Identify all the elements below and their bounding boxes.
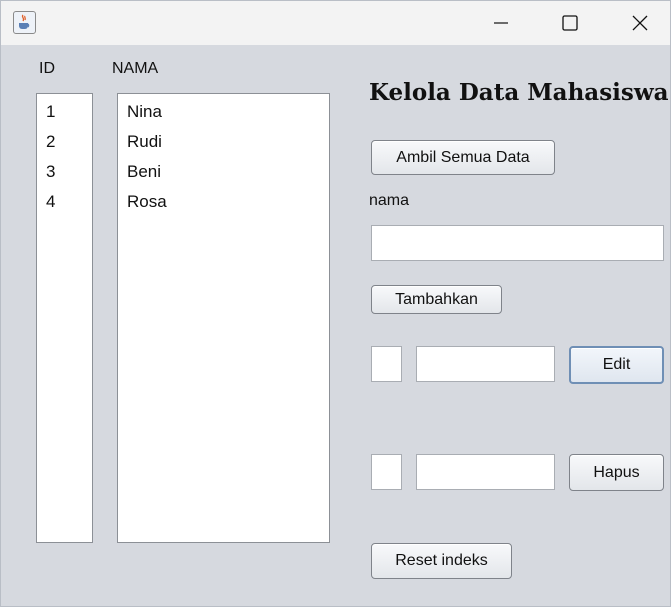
page-title: Kelola Data Mahasiswa [369, 79, 669, 106]
minimize-icon [494, 22, 508, 24]
minimize-button[interactable] [478, 1, 524, 45]
java-cup-icon[interactable] [13, 11, 36, 34]
reset-index-button[interactable]: Reset indeks [371, 543, 512, 579]
close-button[interactable] [617, 1, 663, 45]
nama-list-item[interactable]: Beni [127, 162, 161, 182]
delete-button[interactable]: Hapus [569, 454, 664, 491]
id-list-item[interactable]: 3 [46, 162, 55, 182]
edit-nama-input[interactable] [416, 346, 555, 382]
nama-list-item[interactable]: Rosa [127, 192, 167, 212]
title-bar[interactable] [1, 1, 670, 45]
edit-id-input[interactable] [371, 346, 402, 382]
id-list-item[interactable]: 1 [46, 102, 55, 122]
maximize-icon [562, 15, 578, 31]
load-all-button[interactable]: Ambil Semua Data [371, 140, 555, 175]
delete-id-input[interactable] [371, 454, 402, 490]
nama-list-item[interactable]: Nina [127, 102, 162, 122]
maximize-button[interactable] [547, 1, 593, 45]
nama-list-item[interactable]: Rudi [127, 132, 162, 152]
nama-input[interactable] [371, 225, 664, 261]
id-list[interactable]: 1 2 3 4 [36, 93, 93, 543]
close-icon [632, 15, 648, 31]
app-window: ID NAMA 1 2 3 4 Nina Rudi Beni Rosa Kelo… [0, 0, 671, 607]
nama-column-header: NAMA [112, 60, 159, 77]
edit-button[interactable]: Edit [569, 346, 664, 384]
content-panel: ID NAMA 1 2 3 4 Nina Rudi Beni Rosa Kelo… [1, 45, 670, 606]
nama-list[interactable]: Nina Rudi Beni Rosa [117, 93, 330, 543]
delete-nama-input[interactable] [416, 454, 555, 490]
id-column-header: ID [39, 60, 55, 77]
id-list-item[interactable]: 2 [46, 132, 55, 152]
add-button[interactable]: Tambahkan [371, 285, 502, 314]
id-list-item[interactable]: 4 [46, 192, 55, 212]
nama-label: nama [369, 192, 410, 209]
